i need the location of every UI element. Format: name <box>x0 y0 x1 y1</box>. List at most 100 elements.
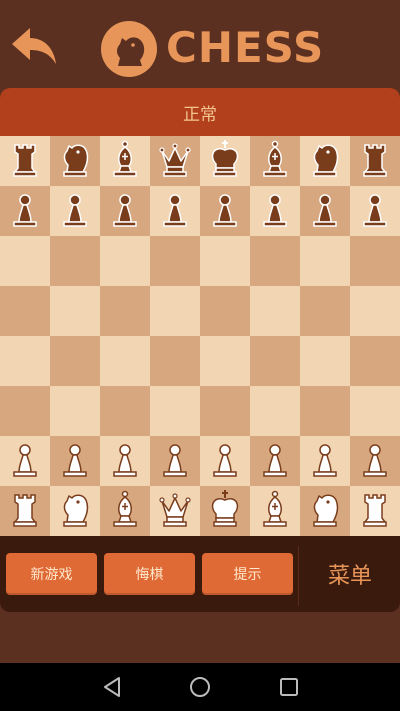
board-square[interactable] <box>100 486 150 536</box>
white-bishop-icon <box>103 487 147 535</box>
game-panel: 正常 新游戏 悔棋 提示 菜单 <box>0 88 400 612</box>
board-square[interactable] <box>250 186 300 236</box>
white-bishop-icon <box>253 487 297 535</box>
board-square[interactable] <box>200 436 250 486</box>
board-square[interactable] <box>300 286 350 336</box>
board-square[interactable] <box>300 136 350 186</box>
menu-button[interactable]: 菜单 <box>300 536 400 612</box>
board-square[interactable] <box>150 386 200 436</box>
chess-board <box>0 136 400 536</box>
board-square[interactable] <box>250 486 300 536</box>
board-square[interactable] <box>50 436 100 486</box>
board-square[interactable] <box>50 186 100 236</box>
board-square[interactable] <box>0 136 50 186</box>
board-square[interactable] <box>0 386 50 436</box>
board-square[interactable] <box>200 136 250 186</box>
board-square[interactable] <box>150 336 200 386</box>
white-pawn-icon <box>203 437 247 485</box>
white-rook-icon <box>353 487 397 535</box>
white-pawn-icon <box>3 437 47 485</box>
square-recents-icon[interactable] <box>277 675 301 699</box>
board-square[interactable] <box>350 436 400 486</box>
board-square[interactable] <box>350 236 400 286</box>
board-square[interactable] <box>50 336 100 386</box>
board-square[interactable] <box>300 236 350 286</box>
board-square[interactable] <box>200 336 250 386</box>
board-square[interactable] <box>0 436 50 486</box>
board-square[interactable] <box>250 336 300 386</box>
board-square[interactable] <box>350 286 400 336</box>
board-square[interactable] <box>0 486 50 536</box>
board-square[interactable] <box>150 236 200 286</box>
back-arrow-icon[interactable] <box>10 24 58 68</box>
board-square[interactable] <box>250 286 300 336</box>
controls-bar: 新游戏 悔棋 提示 菜单 <box>0 536 400 612</box>
board-square[interactable] <box>350 336 400 386</box>
board-square[interactable] <box>100 136 150 186</box>
board-square[interactable] <box>150 286 200 336</box>
board-square[interactable] <box>300 186 350 236</box>
board-square[interactable] <box>200 386 250 436</box>
hint-button[interactable]: 提示 <box>202 553 293 595</box>
board-square[interactable] <box>350 486 400 536</box>
board-square[interactable] <box>50 286 100 336</box>
board-square[interactable] <box>350 186 400 236</box>
board-square[interactable] <box>150 436 200 486</box>
white-queen-icon <box>153 487 197 535</box>
white-pawn-icon <box>153 437 197 485</box>
white-knight-icon <box>53 487 97 535</box>
board-square[interactable] <box>250 436 300 486</box>
white-pawn-icon <box>303 437 347 485</box>
knight-logo-icon <box>100 20 158 78</box>
white-knight-icon <box>303 487 347 535</box>
board-square[interactable] <box>100 336 150 386</box>
board-square[interactable] <box>100 436 150 486</box>
black-bishop-icon <box>103 137 147 185</box>
app-title: CHESS <box>166 23 325 72</box>
board-square[interactable] <box>350 386 400 436</box>
triangle-back-icon[interactable] <box>100 675 124 699</box>
board-square[interactable] <box>150 486 200 536</box>
black-pawn-icon <box>53 187 97 235</box>
black-queen-icon <box>153 137 197 185</box>
black-king-icon <box>203 137 247 185</box>
board-square[interactable] <box>300 386 350 436</box>
board-square[interactable] <box>150 186 200 236</box>
board-square[interactable] <box>0 236 50 286</box>
divider <box>298 546 299 606</box>
board-square[interactable] <box>0 186 50 236</box>
board-square[interactable] <box>250 386 300 436</box>
board-square[interactable] <box>200 186 250 236</box>
board-square[interactable] <box>300 436 350 486</box>
board-square[interactable] <box>100 386 150 436</box>
white-king-icon <box>203 487 247 535</box>
board-square[interactable] <box>300 486 350 536</box>
white-pawn-icon <box>253 437 297 485</box>
board-square[interactable] <box>200 236 250 286</box>
white-pawn-icon <box>353 437 397 485</box>
board-square[interactable] <box>300 336 350 386</box>
board-square[interactable] <box>350 136 400 186</box>
board-square[interactable] <box>200 486 250 536</box>
board-square[interactable] <box>200 286 250 336</box>
board-square[interactable] <box>0 286 50 336</box>
black-bishop-icon <box>253 137 297 185</box>
board-square[interactable] <box>250 236 300 286</box>
board-square[interactable] <box>50 136 100 186</box>
board-square[interactable] <box>100 186 150 236</box>
board-square[interactable] <box>50 486 100 536</box>
undo-button[interactable]: 悔棋 <box>104 553 195 595</box>
board-square[interactable] <box>100 236 150 286</box>
black-rook-icon <box>3 137 47 185</box>
black-pawn-icon <box>253 187 297 235</box>
board-square[interactable] <box>0 336 50 386</box>
board-square[interactable] <box>50 386 100 436</box>
circle-home-icon[interactable] <box>188 675 212 699</box>
board-square[interactable] <box>50 236 100 286</box>
black-pawn-icon <box>3 187 47 235</box>
new-game-button[interactable]: 新游戏 <box>6 553 97 595</box>
board-square[interactable] <box>150 136 200 186</box>
white-pawn-icon <box>53 437 97 485</box>
board-square[interactable] <box>250 136 300 186</box>
board-square[interactable] <box>100 286 150 336</box>
